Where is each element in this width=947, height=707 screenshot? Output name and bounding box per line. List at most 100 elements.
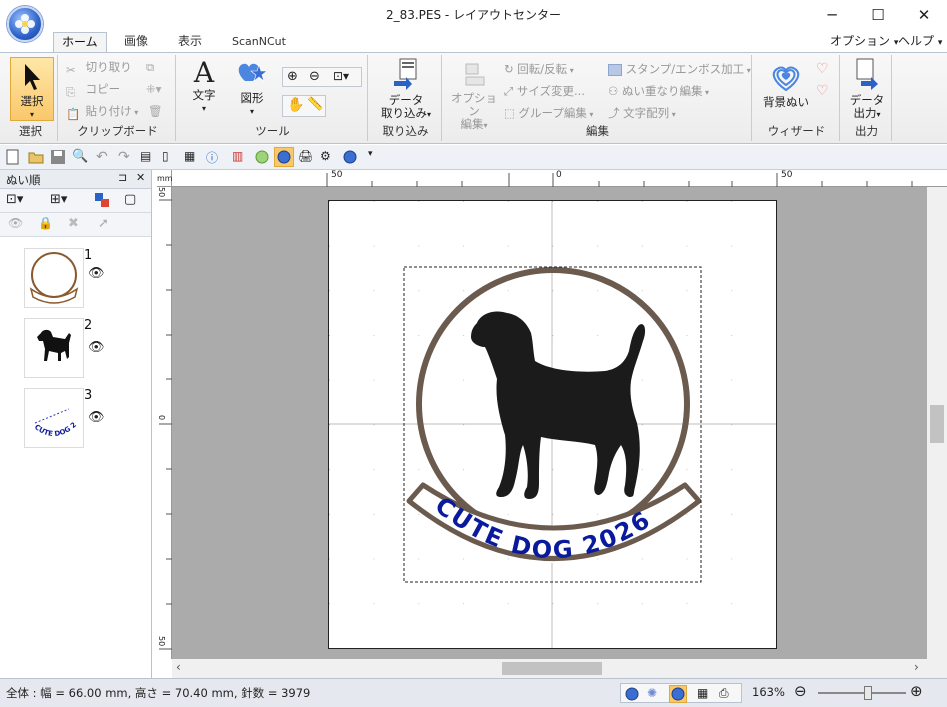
export-icon — [856, 58, 878, 90]
rotate-flip-button[interactable]: ↻ 回転/反転 ▾ — [504, 59, 574, 79]
blue-ball-icon[interactable] — [342, 149, 359, 166]
embroidery-hoop-area[interactable]: CUTE DOG 2026 — [328, 200, 777, 649]
delete-icon[interactable]: 🗑 — [148, 101, 163, 121]
text-tool-button[interactable]: A 文字 ▾ — [184, 57, 224, 115]
stamp-emboss-button[interactable]: スタンプ/エンボス加工 ▾ — [608, 59, 751, 79]
realistic-view-icon[interactable] — [669, 685, 687, 703]
import-data-button[interactable]: データ 取り込み▾ — [376, 57, 436, 121]
fit-icon[interactable]: ⊡▾ — [6, 192, 23, 207]
panel-toolbar-2: 👁 🔒 ✖ ➚ — [0, 213, 151, 237]
close-button[interactable]: ✕ — [901, 0, 947, 30]
duplicate-icon[interactable]: ⧉ — [146, 57, 154, 77]
horizontal-scrollbar[interactable]: ‹ › — [172, 659, 927, 678]
app-menu-button[interactable] — [7, 6, 43, 42]
shape-tool-button[interactable]: 図形 ▾ — [230, 57, 274, 118]
redo-icon[interactable]: ↷ — [118, 149, 135, 166]
page-icon[interactable]: ▯ — [162, 149, 179, 166]
zoom-slider-thumb[interactable] — [864, 686, 872, 700]
chevron-down-icon: ▾ — [937, 38, 943, 48]
tree-icon[interactable]: ⊞▾ — [50, 192, 67, 207]
color-blocks-icon[interactable] — [94, 192, 110, 211]
background-stitch-button[interactable]: 背景ぬい — [758, 61, 814, 109]
open-folder-icon[interactable] — [28, 149, 45, 166]
paste-button[interactable]: 📋 貼り付け ▾ — [66, 101, 138, 121]
copy-button[interactable]: ⎘ コピー — [66, 79, 120, 99]
thumb-text: CUTE DOG 2026 — [23, 383, 79, 438]
text-tool-label: 文字 — [192, 88, 216, 102]
resize-icon: ⤢ — [504, 84, 514, 98]
scroll-right-icon[interactable]: › — [914, 660, 919, 674]
overlap-edit-button[interactable]: ⚇ ぬい重なり編集 ▾ — [608, 81, 709, 101]
measure-icon[interactable]: 📏 — [307, 97, 323, 112]
sewing-item-dog[interactable] — [24, 318, 84, 378]
zoom-in-icon[interactable]: ⊕ — [910, 682, 923, 700]
zoom-in-icon[interactable]: ⊕ — [287, 69, 298, 84]
settings-icon[interactable]: ⚙ — [320, 149, 337, 166]
help-icon[interactable]: ⓘ — [206, 149, 223, 166]
minimize-button[interactable]: ─ — [809, 0, 855, 30]
stitch-view-icon[interactable] — [624, 686, 640, 705]
eye-icon[interactable]: 👁 — [88, 340, 105, 355]
sewing-item-frame[interactable] — [24, 248, 84, 308]
scroll-left-icon[interactable]: ‹ — [176, 660, 181, 674]
tab-image[interactable]: 画像 — [116, 32, 156, 52]
eye-icon[interactable]: 👁 — [88, 266, 105, 281]
arrange-icon[interactable]: ⁜▾ — [146, 79, 161, 99]
delete-icon[interactable]: ✖ — [68, 216, 79, 231]
print-preview-icon[interactable]: 🖨 — [298, 149, 315, 166]
paste-icon: 📋 — [66, 106, 81, 121]
undo-icon[interactable]: ↶ — [96, 149, 113, 166]
options-menu[interactable]: オプション ▾ — [830, 32, 898, 49]
grid-view-icon[interactable]: ▦ — [697, 686, 708, 700]
import-group: データ 取り込み▾ 取り込み — [370, 55, 442, 141]
heart-icon[interactable]: ♡ — [816, 83, 829, 99]
tab-home[interactable]: ホーム — [53, 32, 107, 52]
hand-icon[interactable]: ✋ — [287, 97, 304, 113]
design-canvas[interactable]: CUTE DOG 2026 — [172, 187, 927, 659]
zoom-out-icon[interactable]: ⊖ — [794, 682, 807, 700]
close-icon[interactable]: ✕ — [136, 171, 145, 184]
preview-icon[interactable]: ▤ — [140, 149, 157, 166]
group-edit-button[interactable]: ⬚ グループ編集 ▾ — [504, 103, 593, 123]
horizontal-scroll-thumb[interactable] — [502, 662, 602, 675]
heart-icon[interactable]: ♡ — [816, 61, 829, 77]
green-ball-icon[interactable] — [254, 149, 271, 166]
frame-icon[interactable]: ▢ — [124, 192, 136, 207]
zoom-icon[interactable]: 🔍 — [72, 149, 89, 166]
zoom-fit-icon[interactable]: ⊡▾ — [333, 69, 349, 83]
sewing-item-text[interactable]: CUTE DOG 2026 — [23, 383, 84, 448]
sewing-order-panel: ぬい順 ⊐ ✕ ⊡▾ ⊞▾ ▢ 👁 🔒 ✖ ➚ 1 👁 2 👁 CUTE DOG… — [0, 170, 152, 678]
vertical-scrollbar[interactable] — [927, 187, 947, 659]
page-view-icon[interactable]: ⎙ — [719, 686, 729, 701]
tab-scanncut[interactable]: ScanNCut — [224, 32, 294, 52]
copy-icon: ⎘ — [66, 84, 76, 99]
realistic-view-icon[interactable] — [274, 147, 294, 167]
zoom-slider[interactable] — [818, 692, 906, 694]
ruler-label: 0 — [157, 415, 166, 421]
heart-echo-icon — [772, 66, 800, 92]
customize-qat-icon[interactable]: ▾ — [368, 149, 385, 166]
select-button[interactable]: 選択 ▾ — [10, 57, 54, 121]
resize-button[interactable]: ⤢ サイズ変更... — [504, 81, 585, 101]
dotted-view-icon[interactable]: ✺ — [647, 686, 657, 700]
save-icon[interactable] — [50, 149, 67, 166]
vertical-scroll-thumb[interactable] — [930, 405, 944, 443]
cursor-icon[interactable]: ➚ — [98, 216, 109, 231]
text-arrange-button[interactable]: ⤴ 文字配列 ▾ — [608, 103, 676, 123]
color-sort-icon[interactable]: ▥ — [232, 149, 249, 166]
eye-icon[interactable]: 👁 — [88, 410, 105, 425]
options-edit-line1: オプション — [451, 91, 497, 118]
options-edit-button[interactable]: オプション 編集▾ — [448, 61, 500, 132]
tab-view[interactable]: 表示 — [170, 32, 210, 52]
properties-icon[interactable]: ▦ — [184, 149, 201, 166]
maximize-button[interactable]: ☐ — [855, 0, 901, 30]
data-output-button[interactable]: データ 出力▾ — [844, 57, 890, 121]
lock-icon[interactable]: 🔒 — [38, 216, 53, 230]
eye-icon[interactable]: 👁 — [8, 216, 23, 230]
new-file-icon[interactable] — [6, 149, 23, 166]
help-menu[interactable]: ヘルプ ▾ — [898, 32, 942, 49]
rotate-label: 回転/反転 — [517, 62, 568, 76]
zoom-out-icon[interactable]: ⊖ — [309, 69, 320, 84]
pin-icon[interactable]: ⊐ — [118, 171, 127, 184]
cut-button[interactable]: ✂ 切り取り — [66, 57, 132, 77]
